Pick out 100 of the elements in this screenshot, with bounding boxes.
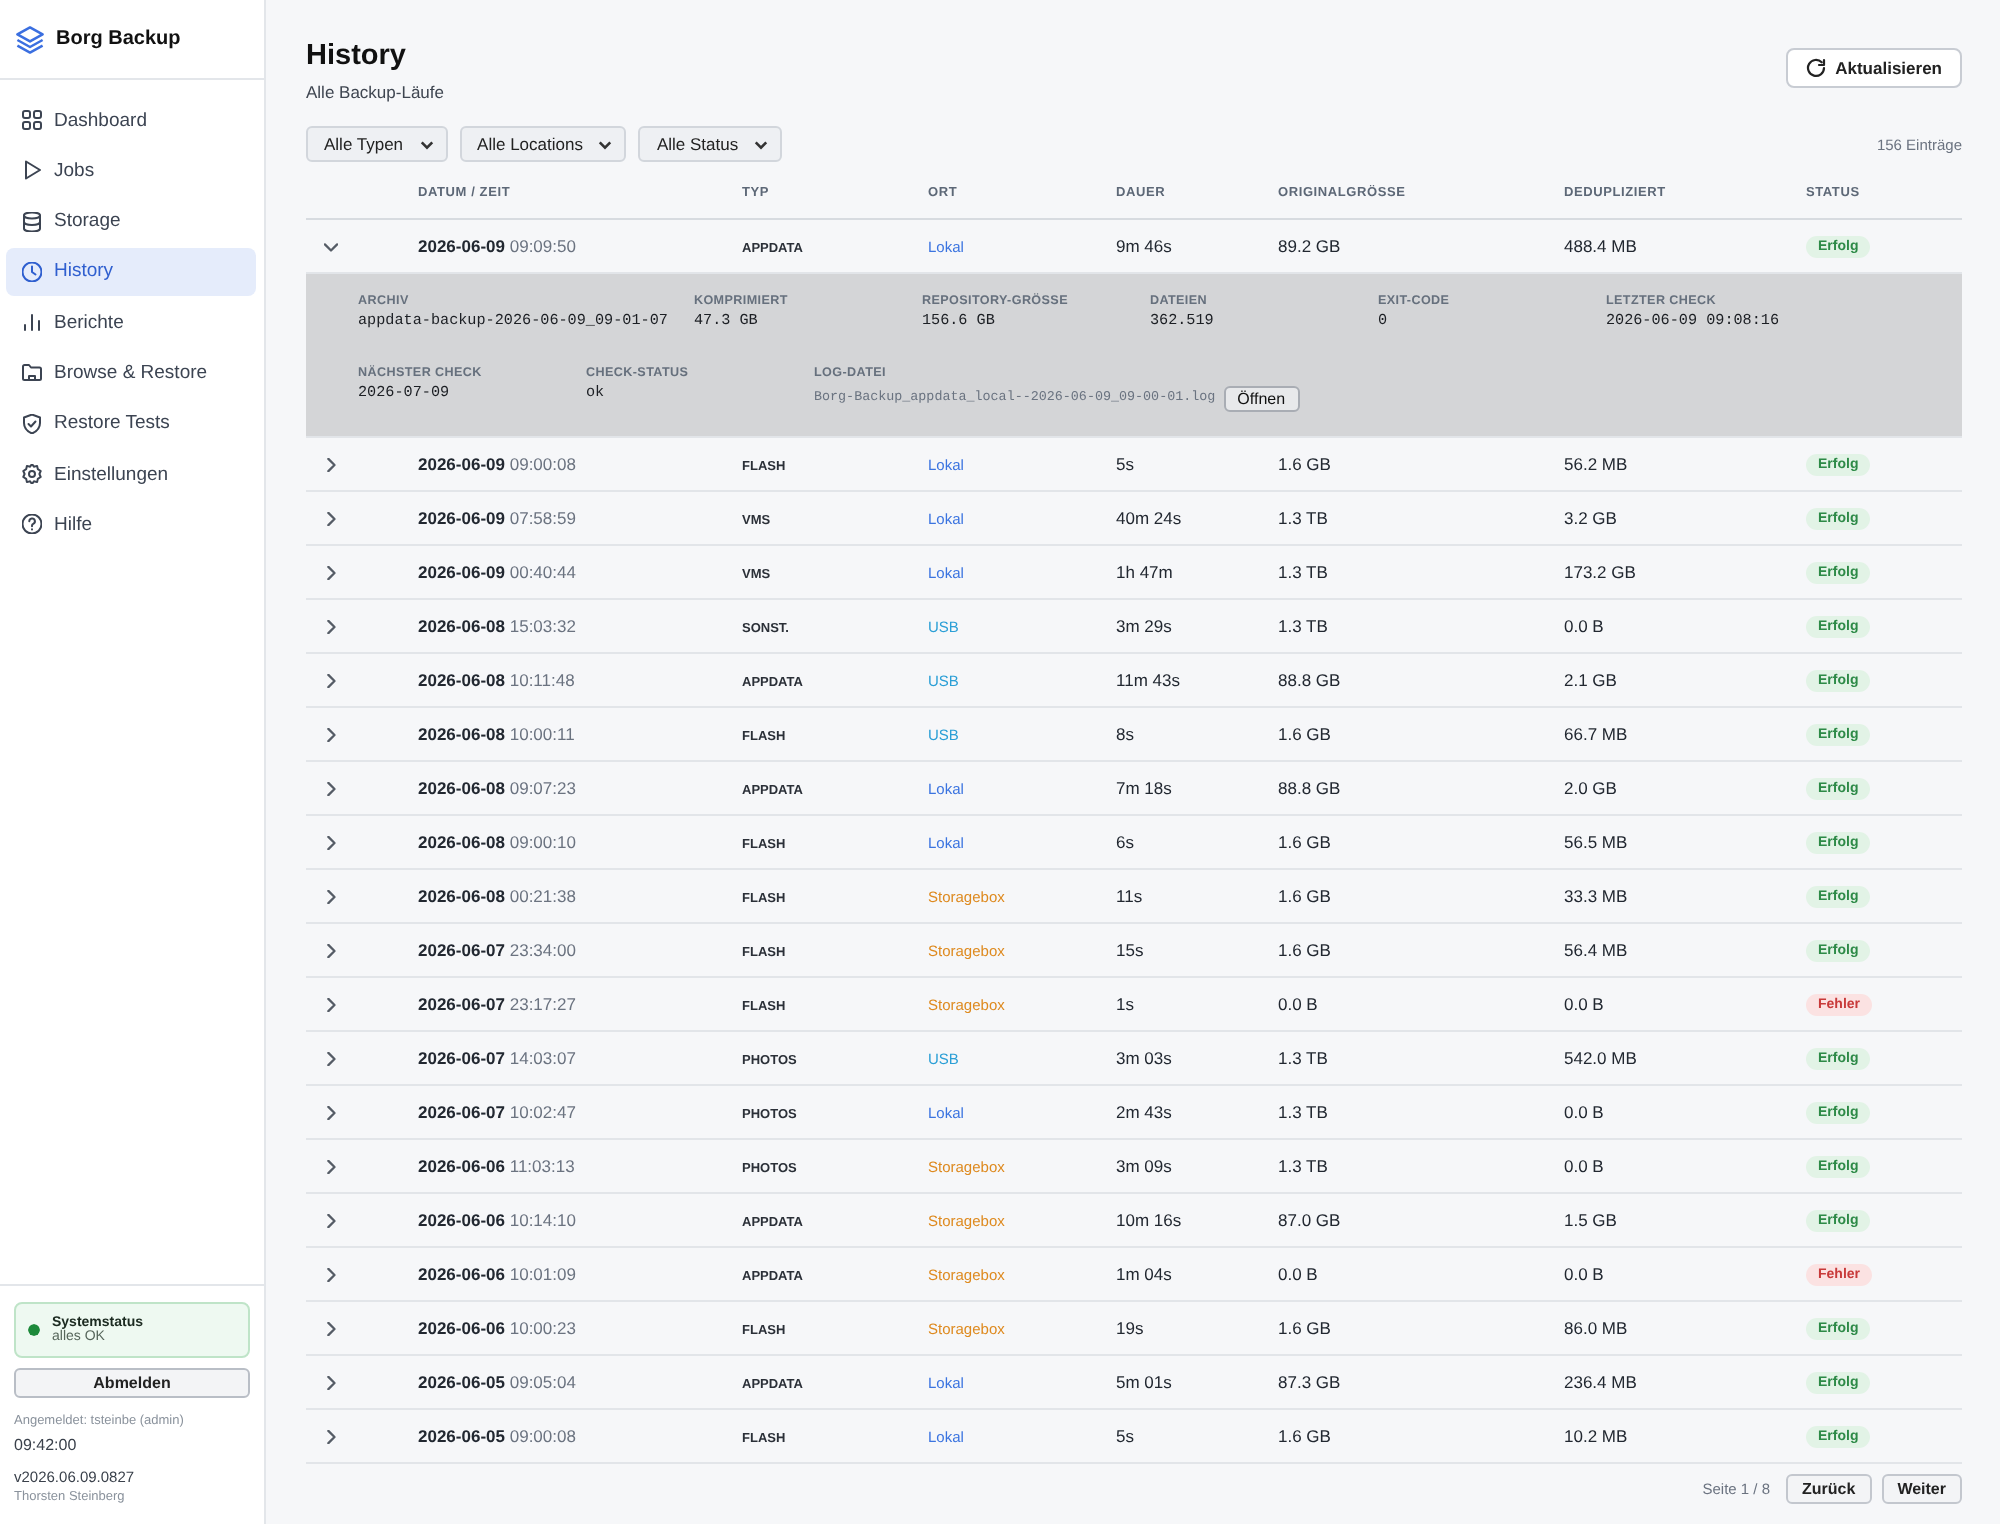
duration-text: 5s xyxy=(1116,1426,1134,1446)
date-text: 2026-06-06 xyxy=(418,1318,505,1338)
dedup-size-text: 0.0 B xyxy=(1564,994,1604,1014)
dedup-size-text: 3.2 GB xyxy=(1564,508,1617,528)
date-text: 2026-06-07 xyxy=(418,994,505,1014)
duration-text: 3m 29s xyxy=(1116,616,1172,636)
original-size-text: 1.6 GB xyxy=(1278,940,1331,960)
filter-dropdown[interactable]: Alle Typen xyxy=(306,126,448,162)
nav-item[interactable]: Einstellungen xyxy=(6,450,256,499)
duration-text: 19s xyxy=(1116,1318,1144,1338)
duration-text: 6s xyxy=(1116,832,1134,852)
dedup-size-text: 488.4 MB xyxy=(1564,236,1637,256)
dedup-size-text: 173.2 GB xyxy=(1564,562,1636,582)
time-text: 10:00:11 xyxy=(509,724,575,744)
chevron-down-icon[interactable] xyxy=(324,240,338,254)
duration-text: 9m 46s xyxy=(1116,236,1172,256)
dedup-size-text: 56.4 MB xyxy=(1564,940,1628,960)
date-text: 2026-06-08 xyxy=(418,886,505,906)
logout-button[interactable]: Abmelden xyxy=(14,1368,250,1398)
original-size-text: 87.3 GB xyxy=(1278,1372,1341,1392)
page-title: History xyxy=(306,38,408,74)
time-text: 23:34:00 xyxy=(509,940,576,960)
nav-item[interactable]: History xyxy=(6,247,256,296)
date-text: 2026-06-09 xyxy=(418,236,505,256)
dedup-size-text: 10.2 MB xyxy=(1564,1426,1628,1446)
duration-text: 3m 03s xyxy=(1116,1048,1172,1068)
gear-icon xyxy=(22,464,42,485)
filter-dropdown[interactable]: Alle Locations xyxy=(459,126,627,162)
chevron-right-icon[interactable] xyxy=(324,782,338,796)
chevron-right-icon[interactable] xyxy=(324,566,338,580)
play-icon xyxy=(22,160,42,181)
app-title: Borg Backup xyxy=(56,28,181,50)
chevron-right-icon[interactable] xyxy=(324,890,338,904)
time-text: 09:07:23 xyxy=(509,778,576,798)
duration-text: 40m 24s xyxy=(1116,508,1182,528)
original-size-text: 1.3 TB xyxy=(1278,1048,1328,1068)
duration-text: 1s xyxy=(1116,994,1134,1014)
time-text: 11:03:13 xyxy=(509,1156,575,1176)
database-icon xyxy=(22,211,42,232)
chevron-right-icon[interactable] xyxy=(324,620,338,634)
pagination-button[interactable]: Weiter xyxy=(1881,1474,1962,1504)
date-text: 2026-06-08 xyxy=(418,778,505,798)
dedup-size-text: 56.2 MB xyxy=(1564,454,1628,474)
time-text: 07:58:59 xyxy=(509,508,576,528)
duration-text: 11m 43s xyxy=(1116,670,1180,690)
chevron-right-icon[interactable] xyxy=(324,728,338,742)
pagination-button[interactable]: Zurück xyxy=(1786,1474,1872,1504)
duration-text: 5m 01s xyxy=(1116,1372,1172,1392)
chevron-right-icon[interactable] xyxy=(324,1430,338,1444)
duration-text: 10m 16s xyxy=(1116,1210,1182,1230)
chevron-right-icon[interactable] xyxy=(324,1106,338,1120)
date-text: 2026-06-08 xyxy=(418,724,505,744)
nav-item[interactable]: Dashboard xyxy=(6,96,256,144)
date-text: 2026-06-07 xyxy=(418,940,505,960)
original-size-text: 1.6 GB xyxy=(1278,1426,1331,1446)
chevron-right-icon[interactable] xyxy=(324,1322,338,1336)
date-text: 2026-06-06 xyxy=(418,1156,505,1176)
time-text: 09:00:08 xyxy=(509,1426,576,1446)
duration-text: 7m 18s xyxy=(1116,778,1172,798)
nav-item[interactable]: Storage xyxy=(6,197,256,246)
nav-item[interactable]: Jobs xyxy=(6,146,256,195)
folder-icon xyxy=(22,362,42,383)
original-size-text: 1.3 TB xyxy=(1278,1156,1328,1176)
time-text: 00:21:38 xyxy=(509,886,576,906)
open-button[interactable]: Öffnen xyxy=(1223,385,1300,411)
nav-item[interactable]: Hilfe xyxy=(6,500,256,549)
date-text: 2026-06-08 xyxy=(418,832,505,852)
time-text: 14:03:07 xyxy=(509,1048,576,1068)
chevron-right-icon[interactable] xyxy=(324,458,338,472)
caret-icon xyxy=(754,137,769,151)
chevron-right-icon[interactable] xyxy=(324,836,338,850)
chevron-right-icon[interactable] xyxy=(324,512,338,526)
chevron-right-icon[interactable] xyxy=(324,674,338,688)
date-text: 2026-06-06 xyxy=(418,1210,505,1230)
nav-item[interactable]: Berichte xyxy=(6,298,256,347)
chevron-right-icon[interactable] xyxy=(324,1052,338,1066)
date-text: 2026-06-06 xyxy=(418,1264,505,1284)
chevron-right-icon[interactable] xyxy=(324,1214,338,1228)
time-text: 10:01:09 xyxy=(509,1264,576,1284)
refresh-button[interactable]: Aktualisieren xyxy=(1785,48,1962,88)
original-size-text: 1.3 TB xyxy=(1278,616,1328,636)
chevron-right-icon[interactable] xyxy=(324,944,338,958)
chevron-right-icon[interactable] xyxy=(324,1376,338,1390)
filter-dropdown[interactable]: Alle Status xyxy=(638,126,783,162)
time-text: 09:00:10 xyxy=(509,832,576,852)
refresh-icon xyxy=(1805,58,1826,78)
clock-icon xyxy=(22,261,42,282)
chevron-right-icon[interactable] xyxy=(324,998,338,1012)
time-text: 10:02:47 xyxy=(509,1102,576,1122)
chevron-right-icon[interactable] xyxy=(324,1160,338,1174)
nav-item[interactable]: Browse & Restore xyxy=(6,348,256,397)
chevron-right-icon[interactable] xyxy=(324,1268,338,1282)
time-text: 10:00:23 xyxy=(509,1318,576,1338)
original-size-text: 0.0 B xyxy=(1278,994,1318,1014)
date-text: 2026-06-08 xyxy=(418,670,505,690)
nav-item[interactable]: Restore Tests xyxy=(6,399,256,448)
original-size-text: 88.8 GB xyxy=(1278,778,1341,798)
date-text: 2026-06-05 xyxy=(418,1426,505,1446)
time-text: 23:17:27 xyxy=(509,994,576,1014)
page-subtitle: Alle Backup-Läufe xyxy=(306,82,444,102)
